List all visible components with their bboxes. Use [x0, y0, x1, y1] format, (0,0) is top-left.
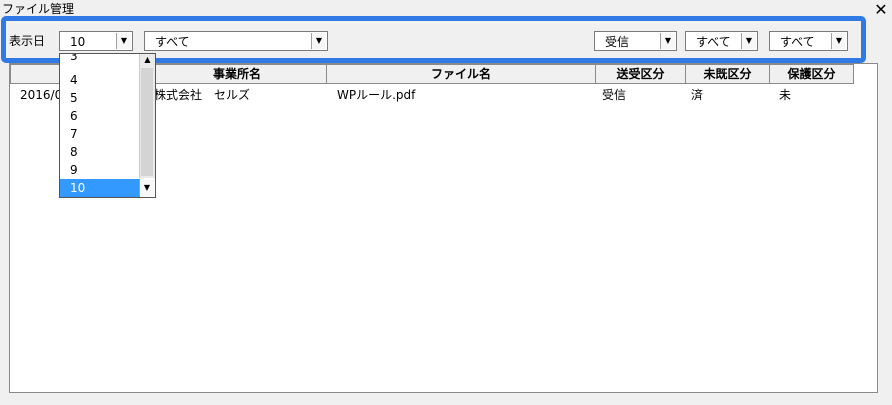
cell-protection: 未 — [779, 88, 792, 102]
cell-office: 株式会社 セルズ — [154, 88, 251, 102]
cell-read-status: 済 — [691, 88, 704, 102]
office-combo[interactable]: すべて ▼ — [144, 31, 328, 51]
day-combo-value: 10 — [70, 35, 86, 49]
dropdown-option[interactable]: 8 — [60, 143, 140, 161]
chevron-down-icon[interactable]: ▼ — [139, 180, 154, 196]
dropdown-option[interactable]: 4 — [60, 71, 140, 89]
header-protection[interactable]: 保護区分 — [769, 64, 854, 84]
dropdown-option[interactable]: 6 — [60, 107, 140, 125]
dropdown-option-selected[interactable]: 10 — [60, 179, 140, 197]
chevron-down-icon[interactable]: ▼ — [831, 33, 846, 49]
unread-combo-value: すべて — [696, 35, 731, 49]
day-combo[interactable]: 10 ▼ — [59, 31, 133, 51]
dropdown-option[interactable]: 3 — [60, 54, 140, 65]
close-button[interactable]: ✕ — [870, 0, 892, 20]
header-office-name[interactable]: 事業所名 — [147, 64, 327, 84]
scroll-thumb[interactable] — [141, 68, 153, 176]
header-read-status[interactable]: 未既区分 — [685, 64, 770, 84]
chevron-down-icon[interactable]: ▼ — [741, 33, 756, 49]
chevron-down-icon[interactable]: ▼ — [660, 33, 675, 49]
dropdown-option[interactable]: 7 — [60, 125, 140, 143]
display-date-label: 表示日 — [9, 34, 46, 48]
cell-direction: 受信 — [602, 88, 627, 102]
unread-combo[interactable]: すべて ▼ — [685, 31, 758, 51]
header-direction[interactable]: 送受区分 — [595, 64, 686, 84]
chevron-down-icon[interactable]: ▼ — [116, 33, 131, 49]
chevron-up-icon[interactable]: ▲ — [140, 54, 155, 66]
retention-combo-value: すべて — [780, 35, 815, 49]
retention-combo[interactable]: すべて ▼ — [769, 31, 848, 51]
dropdown-option[interactable]: 9 — [60, 161, 140, 179]
day-dropdown-list[interactable]: 3 4 5 6 7 8 9 10 ▲ ▼ — [59, 53, 156, 198]
dropdown-scrollbar[interactable]: ▲ — [139, 54, 155, 178]
cell-file: WPルール.pdf — [337, 88, 416, 102]
window-title: ファイル管理 — [2, 2, 75, 16]
office-combo-value: すべて — [155, 35, 190, 49]
header-file-name[interactable]: ファイル名 — [326, 64, 596, 84]
dropdown-option[interactable]: 5 — [60, 89, 140, 107]
chevron-down-icon[interactable]: ▼ — [311, 33, 326, 49]
direction-combo-value: 受信 — [605, 35, 630, 49]
direction-combo[interactable]: 受信 ▼ — [594, 31, 677, 51]
